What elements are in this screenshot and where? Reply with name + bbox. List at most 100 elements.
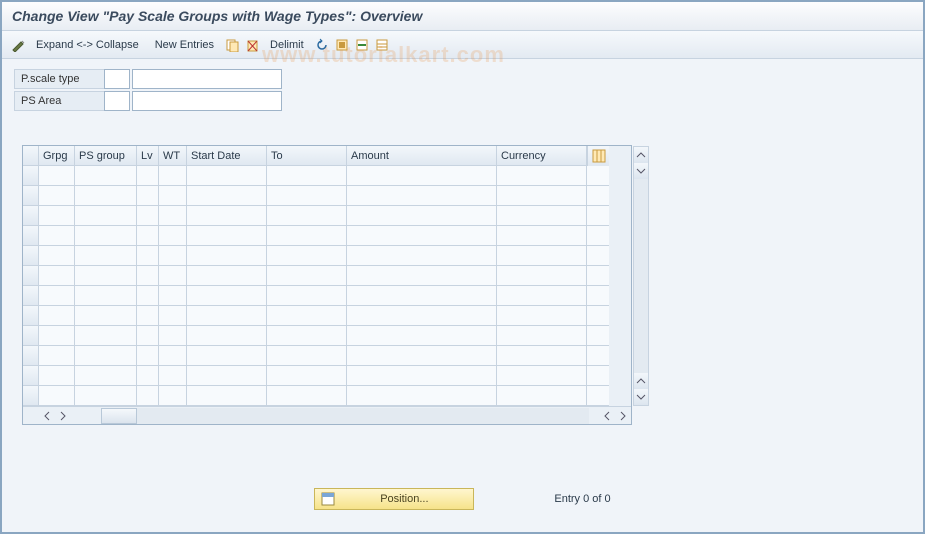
col-start-date[interactable]: Start Date <box>187 146 267 166</box>
hscroll-thumb[interactable] <box>101 408 137 424</box>
scroll-down-small-icon[interactable] <box>634 163 648 179</box>
col-amount[interactable]: Amount <box>347 146 497 166</box>
scroll-up-icon[interactable] <box>634 147 648 163</box>
ps-area-text-input[interactable] <box>132 91 282 111</box>
new-entries-button[interactable]: New Entries <box>149 35 220 55</box>
row-marker[interactable] <box>23 266 39 286</box>
table-cell[interactable] <box>187 346 267 366</box>
table-cell[interactable] <box>267 286 347 306</box>
table-cell[interactable] <box>497 286 587 306</box>
table-cell[interactable] <box>75 246 137 266</box>
table-cell[interactable] <box>39 186 75 206</box>
table-cell[interactable] <box>347 306 497 326</box>
table-cell[interactable] <box>187 266 267 286</box>
configure-columns-icon[interactable] <box>587 146 609 166</box>
table-cell[interactable] <box>137 266 159 286</box>
table-cell[interactable] <box>187 186 267 206</box>
row-marker[interactable] <box>23 306 39 326</box>
scroll-left-icon[interactable] <box>39 408 55 424</box>
table-row[interactable] <box>23 326 631 346</box>
table-cell[interactable] <box>267 206 347 226</box>
table-cell[interactable] <box>267 246 347 266</box>
table-cell[interactable] <box>347 346 497 366</box>
table-cell[interactable] <box>39 346 75 366</box>
table-cell[interactable] <box>347 186 497 206</box>
expand-collapse-button[interactable]: Expand <-> Collapse <box>30 35 145 55</box>
table-cell[interactable] <box>75 366 137 386</box>
table-cell[interactable] <box>159 206 187 226</box>
table-cell[interactable] <box>137 166 159 186</box>
table-cell[interactable] <box>497 266 587 286</box>
table-cell[interactable] <box>39 226 75 246</box>
table-cell[interactable] <box>137 346 159 366</box>
table-cell[interactable] <box>75 326 137 346</box>
table-cell[interactable] <box>347 266 497 286</box>
table-row[interactable] <box>23 286 631 306</box>
row-marker[interactable] <box>23 246 39 266</box>
table-cell[interactable] <box>75 206 137 226</box>
pscale-type-text-input[interactable] <box>132 69 282 89</box>
table-cell[interactable] <box>159 386 187 406</box>
scroll-left-end-icon[interactable] <box>599 408 615 424</box>
table-cell[interactable] <box>187 306 267 326</box>
table-cell[interactable] <box>75 226 137 246</box>
table-row[interactable] <box>23 366 631 386</box>
table-cell[interactable] <box>39 266 75 286</box>
table-cell[interactable] <box>187 206 267 226</box>
row-marker[interactable] <box>23 286 39 306</box>
table-cell[interactable] <box>497 226 587 246</box>
table-cell[interactable] <box>137 286 159 306</box>
table-cell[interactable] <box>159 326 187 346</box>
table-cell[interactable] <box>159 226 187 246</box>
table-cell[interactable] <box>187 286 267 306</box>
deselect-all-icon[interactable] <box>354 37 370 53</box>
table-cell[interactable] <box>75 306 137 326</box>
table-cell[interactable] <box>347 286 497 306</box>
table-cell[interactable] <box>137 186 159 206</box>
table-cell[interactable] <box>497 326 587 346</box>
table-cell[interactable] <box>159 266 187 286</box>
table-cell[interactable] <box>159 306 187 326</box>
copy-icon[interactable] <box>224 37 240 53</box>
table-row[interactable] <box>23 386 631 406</box>
col-to[interactable]: To <box>267 146 347 166</box>
row-marker[interactable] <box>23 366 39 386</box>
table-cell[interactable] <box>137 306 159 326</box>
table-cell[interactable] <box>39 166 75 186</box>
table-row[interactable] <box>23 166 631 186</box>
table-cell[interactable] <box>497 386 587 406</box>
table-cell[interactable] <box>137 226 159 246</box>
table-cell[interactable] <box>187 246 267 266</box>
table-cell[interactable] <box>267 186 347 206</box>
ps-area-code-input[interactable] <box>104 91 130 111</box>
delimit-button[interactable]: Delimit <box>264 35 310 55</box>
row-marker[interactable] <box>23 226 39 246</box>
table-cell[interactable] <box>187 226 267 246</box>
table-row[interactable] <box>23 246 631 266</box>
table-cell[interactable] <box>267 366 347 386</box>
row-marker[interactable] <box>23 166 39 186</box>
table-cell[interactable] <box>267 306 347 326</box>
table-cell[interactable] <box>159 366 187 386</box>
select-all-icon[interactable] <box>334 37 350 53</box>
table-cell[interactable] <box>267 386 347 406</box>
row-marker[interactable] <box>23 386 39 406</box>
col-grpg[interactable]: Grpg <box>39 146 75 166</box>
table-cell[interactable] <box>39 246 75 266</box>
table-cell[interactable] <box>39 366 75 386</box>
table-cell[interactable] <box>497 206 587 226</box>
row-marker-header[interactable] <box>23 146 39 166</box>
horizontal-scrollbar[interactable] <box>23 406 631 424</box>
table-cell[interactable] <box>137 246 159 266</box>
table-cell[interactable] <box>187 326 267 346</box>
table-cell[interactable] <box>187 386 267 406</box>
table-cell[interactable] <box>75 346 137 366</box>
table-cell[interactable] <box>75 386 137 406</box>
table-cell[interactable] <box>347 206 497 226</box>
table-cell[interactable] <box>347 226 497 246</box>
col-currency[interactable]: Currency <box>497 146 587 166</box>
table-cell[interactable] <box>159 246 187 266</box>
table-row[interactable] <box>23 186 631 206</box>
undo-icon[interactable] <box>314 37 330 53</box>
table-cell[interactable] <box>137 326 159 346</box>
